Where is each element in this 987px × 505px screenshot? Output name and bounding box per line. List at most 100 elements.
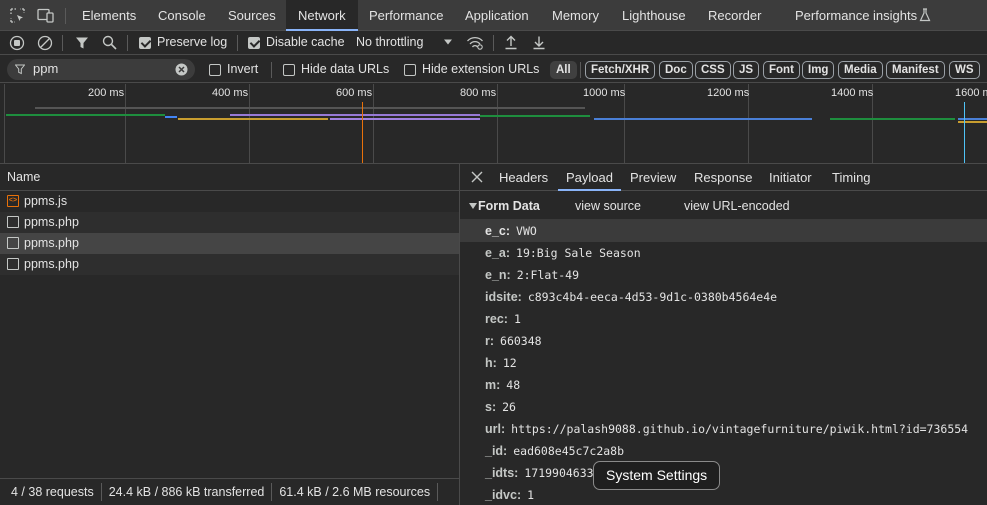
hide-extension-urls-checkbox[interactable] [404, 64, 416, 76]
form-field[interactable]: e_a: 19:Big Sale Season [485, 242, 641, 264]
field-value: 1 [527, 488, 535, 502]
device-toolbar-icon[interactable] [37, 8, 54, 23]
form-field[interactable]: rec: 1 [485, 308, 521, 330]
tab-response[interactable]: Response [694, 164, 753, 191]
dom-content-loaded-marker [964, 102, 965, 163]
field-key: e_c: [485, 224, 511, 238]
system-settings-tooltip: System Settings [593, 461, 721, 490]
form-field[interactable]: _idvc: 1 [485, 484, 534, 505]
document-file-icon [7, 216, 19, 228]
export-download-icon[interactable] [532, 35, 546, 50]
invert-checkbox[interactable] [209, 64, 221, 76]
form-field[interactable]: m: 48 [485, 374, 520, 396]
request-row-selected[interactable]: ppms.php [0, 233, 459, 254]
field-key: _idts: [485, 466, 519, 480]
tab-network[interactable]: Network [286, 0, 358, 31]
name-column-header[interactable]: Name [0, 164, 460, 191]
network-toolbar: Preserve log Disable cache No throttling [0, 31, 987, 55]
resources-size: 61.4 kB / 2.6 MB resources [279, 485, 431, 499]
field-value: 660348 [500, 334, 542, 348]
clear-filter-icon[interactable] [175, 63, 188, 76]
chevron-down-icon[interactable] [443, 38, 453, 46]
form-field[interactable]: _idts: 1719904633 [485, 462, 594, 484]
tab-console[interactable]: Console [158, 0, 206, 31]
view-source-link[interactable]: view source [575, 199, 641, 213]
network-conditions-icon[interactable] [466, 35, 484, 51]
type-filter-manifest[interactable]: Manifest [886, 61, 945, 79]
form-data-section-header[interactable]: Form Data view source view URL-encoded [460, 192, 987, 220]
form-field[interactable]: idsite: c893c4b4-eeca-4d53-9d1c-0380b4564… [485, 286, 777, 308]
inspect-element-icon[interactable] [10, 8, 25, 23]
tab-payload[interactable]: Payload [558, 164, 621, 191]
filter-input[interactable]: ppm [7, 59, 195, 80]
form-data-title: Form Data [478, 199, 540, 213]
tick-label: 400 ms [212, 87, 249, 99]
tab-memory[interactable]: Memory [552, 0, 599, 31]
document-file-icon [7, 258, 19, 270]
hide-data-urls-label: Hide data URLs [301, 62, 390, 76]
tab-performance[interactable]: Performance [369, 0, 443, 31]
tab-performance-insights[interactable]: Performance insights [795, 0, 917, 31]
close-icon[interactable] [471, 171, 483, 183]
disable-cache-checkbox[interactable] [248, 37, 260, 49]
disable-cache-label: Disable cache [266, 35, 345, 49]
clear-icon[interactable] [37, 35, 53, 51]
tick-label: 800 ms [460, 87, 497, 99]
waterfall-bar [165, 116, 177, 118]
filter-icon[interactable] [75, 36, 89, 50]
form-field[interactable]: url: https://palash9088.github.io/vintage… [485, 418, 968, 440]
waterfall-bar [230, 114, 480, 116]
script-file-icon: <> [7, 195, 19, 207]
tab-initiator[interactable]: Initiator [769, 164, 812, 191]
grid-line [4, 84, 5, 163]
tab-elements[interactable]: Elements [82, 0, 136, 31]
waterfall-bar [45, 114, 165, 116]
type-filter-all[interactable]: All [550, 61, 577, 79]
type-filter-js[interactable]: JS [733, 61, 760, 79]
tab-recorder[interactable]: Recorder [708, 0, 761, 31]
request-row[interactable]: ppms.php [0, 212, 459, 233]
hide-data-urls-checkbox[interactable] [283, 64, 295, 76]
form-field[interactable]: _id: ead608e45c7c2a8b [485, 440, 624, 462]
tab-headers[interactable]: Headers [499, 164, 548, 191]
selected-field-highlight [460, 220, 987, 242]
request-row[interactable]: <> ppms.js [0, 191, 459, 212]
tab-lighthouse[interactable]: Lighthouse [622, 0, 686, 31]
field-value: 48 [506, 378, 521, 392]
load-event-marker [362, 102, 363, 163]
divider [271, 62, 272, 78]
field-value: 1 [513, 312, 521, 326]
type-filter-font[interactable]: Font [763, 61, 800, 79]
request-list: <> ppms.js ppms.php ppms.php ppms.php [0, 191, 460, 478]
field-key: m: [485, 378, 501, 392]
form-field[interactable]: s: 26 [485, 396, 516, 418]
throttling-select[interactable]: No throttling [356, 35, 423, 49]
import-upload-icon[interactable] [504, 35, 518, 50]
tick-label: 600 ms [336, 87, 373, 99]
tab-application[interactable]: Application [465, 0, 529, 31]
tick-label: 200 ms [88, 87, 125, 99]
tab-sources[interactable]: Sources [228, 0, 276, 31]
tab-timing[interactable]: Timing [832, 164, 871, 191]
type-filter-fetch-xhr[interactable]: Fetch/XHR [585, 61, 656, 79]
field-key: e_n: [485, 268, 511, 282]
network-overview-timeline[interactable]: 200 ms 400 ms 600 ms 800 ms 1000 ms 1200… [0, 84, 987, 164]
type-filter-doc[interactable]: Doc [659, 61, 693, 79]
form-field[interactable]: e_n: 2:Flat-49 [485, 264, 579, 286]
form-field[interactable]: r: 660348 [485, 330, 542, 352]
form-field[interactable]: h: 12 [485, 352, 517, 374]
search-icon[interactable] [102, 35, 117, 50]
record-stop-icon[interactable] [9, 35, 25, 51]
triangle-down-icon [469, 203, 477, 210]
type-filter-media[interactable]: Media [838, 61, 883, 79]
view-url-encoded-link[interactable]: view URL-encoded [684, 199, 790, 213]
preserve-log-checkbox[interactable] [139, 37, 151, 49]
tab-preview[interactable]: Preview [630, 164, 676, 191]
divider [493, 35, 494, 51]
type-filter-ws[interactable]: WS [949, 61, 980, 79]
request-row[interactable]: ppms.php [0, 254, 459, 275]
document-file-icon [7, 237, 19, 249]
type-filter-css[interactable]: CSS [695, 61, 731, 79]
type-filter-img[interactable]: Img [802, 61, 835, 79]
form-field[interactable]: e_c: VWO [485, 220, 537, 242]
